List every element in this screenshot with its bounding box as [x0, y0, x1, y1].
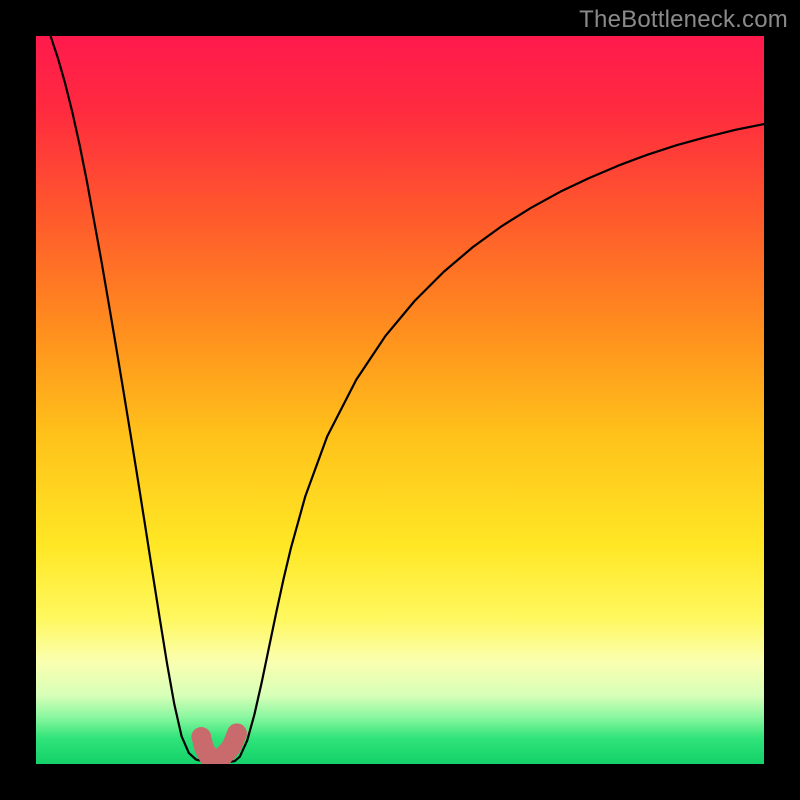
chart-svg — [36, 36, 764, 764]
curve-left-branch — [51, 36, 203, 761]
chart-frame: TheBottleneck.com — [0, 0, 800, 800]
watermark-text: TheBottleneck.com — [579, 6, 788, 34]
marker-dot — [227, 723, 247, 743]
curve-right-branch — [235, 124, 764, 761]
chart-plot-area — [36, 36, 764, 764]
